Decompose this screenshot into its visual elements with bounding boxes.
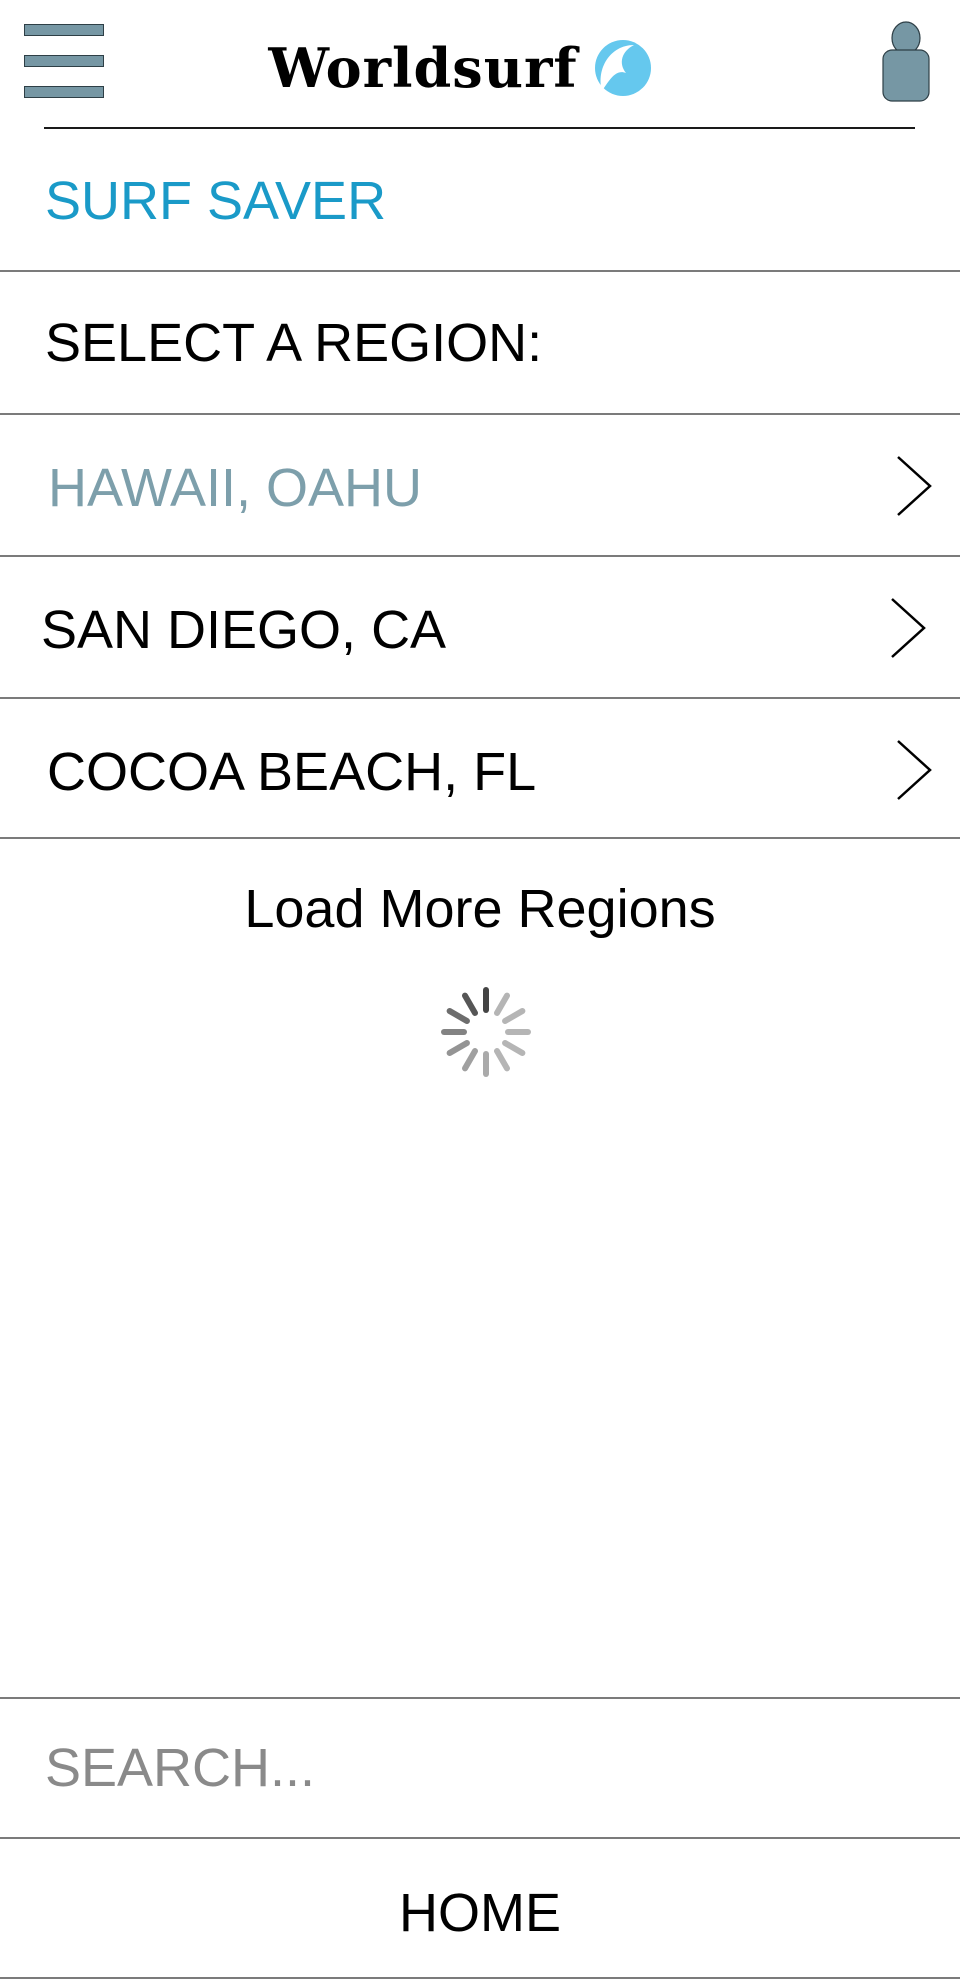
brand-logo: Worldsurf [0, 28, 960, 108]
select-region-label: SELECT A REGION: [45, 313, 543, 373]
region-item-hawaii-oahu[interactable]: HAWAII, OAHU [0, 415, 960, 555]
load-more-button[interactable]: Load More Regions [0, 878, 960, 940]
loading-spinner-icon [441, 987, 531, 1077]
home-button[interactable]: HOME [0, 1882, 960, 1944]
chevron-right-icon [891, 598, 926, 658]
region-item-cocoa-beach-fl[interactable]: COCOA BEACH, FL [0, 699, 960, 839]
region-label: COCOA BEACH, FL [47, 742, 537, 802]
chevron-right-icon [897, 740, 932, 800]
brand-name: Worldsurf [268, 36, 578, 100]
divider [0, 270, 960, 272]
user-icon[interactable] [882, 20, 930, 102]
divider [0, 1837, 960, 1839]
header-divider [44, 127, 915, 129]
divider [0, 837, 960, 839]
page-title: SURF SAVER [45, 171, 387, 231]
search-input[interactable] [0, 1698, 960, 1838]
region-label: SAN DIEGO, CA [41, 600, 447, 660]
region-label: HAWAII, OAHU [48, 458, 423, 518]
chevron-right-icon [897, 456, 932, 516]
hamburger-menu-icon[interactable] [24, 24, 106, 98]
wave-icon [594, 40, 651, 96]
region-item-san-diego-ca[interactable]: SAN DIEGO, CA [0, 557, 960, 697]
